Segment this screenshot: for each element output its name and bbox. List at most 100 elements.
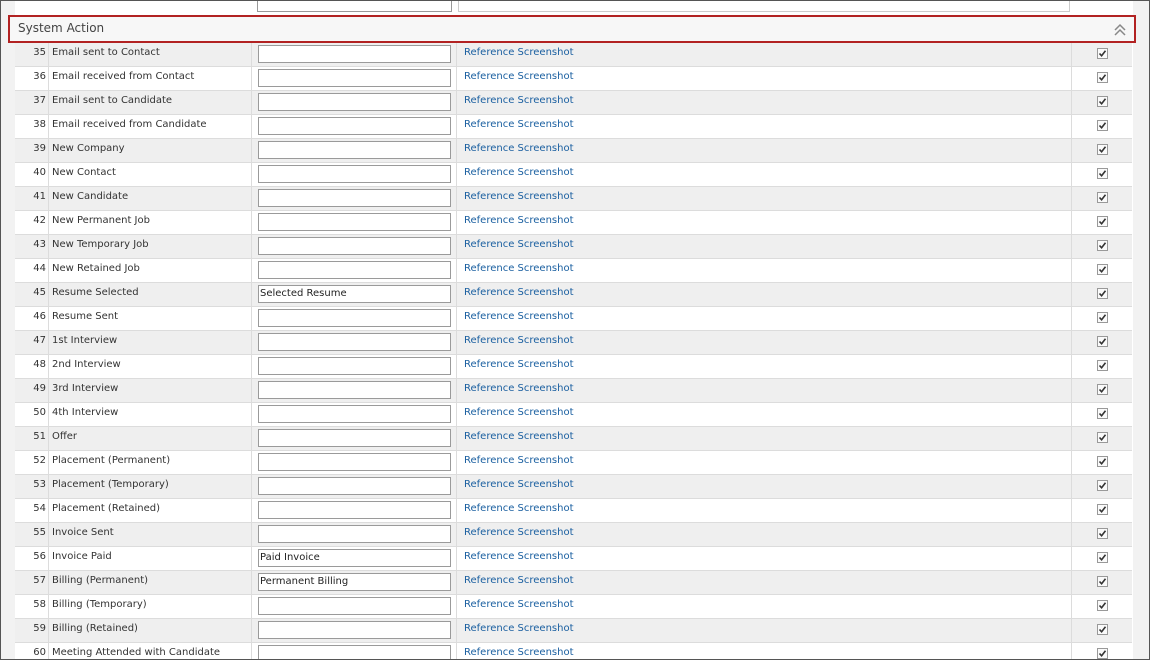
reference-screenshot-link[interactable]: Reference Screenshot [464, 571, 574, 590]
reference-screenshot-link[interactable]: Reference Screenshot [464, 403, 574, 422]
action-name: 1st Interview [52, 335, 118, 346]
label-input[interactable] [258, 429, 451, 447]
table-row: 40 New Contact Reference Screenshot [15, 163, 1132, 187]
checkbox-checked-icon[interactable] [1097, 624, 1108, 635]
checkbox-checked-icon[interactable] [1097, 240, 1108, 251]
reference-screenshot-link[interactable]: Reference Screenshot [464, 379, 574, 398]
reference-screenshot-link[interactable]: Reference Screenshot [464, 643, 574, 659]
label-input[interactable] [258, 165, 451, 183]
action-name: New Permanent Job [52, 215, 150, 226]
checkbox-checked-icon[interactable] [1097, 216, 1108, 227]
label-input[interactable] [258, 45, 451, 63]
checkbox-checked-icon[interactable] [1097, 120, 1108, 131]
reference-screenshot-link[interactable]: Reference Screenshot [464, 187, 574, 206]
enabled-cell [1071, 427, 1132, 450]
label-cell [251, 211, 457, 234]
checkbox-checked-icon[interactable] [1097, 288, 1108, 299]
label-input[interactable] [258, 477, 451, 495]
label-input[interactable]: Paid Invoice [258, 549, 451, 567]
checkbox-checked-icon[interactable] [1097, 648, 1108, 659]
table-row: 42 New Permanent Job Reference Screenshot [15, 211, 1132, 235]
checkbox-checked-icon[interactable] [1097, 480, 1108, 491]
checkbox-checked-icon[interactable] [1097, 528, 1108, 539]
label-input[interactable] [258, 597, 451, 615]
label-cell [251, 259, 457, 282]
enabled-cell [1071, 643, 1132, 659]
reference-screenshot-link[interactable]: Reference Screenshot [464, 163, 574, 182]
label-input[interactable] [258, 381, 451, 399]
action-name: Placement (Temporary) [52, 479, 169, 490]
reference-screenshot-link[interactable]: Reference Screenshot [464, 595, 574, 614]
reference-screenshot-link[interactable]: Reference Screenshot [464, 115, 574, 134]
label-input[interactable] [258, 501, 451, 519]
checkbox-checked-icon[interactable] [1097, 48, 1108, 59]
label-input[interactable] [258, 69, 451, 87]
reference-screenshot-link[interactable]: Reference Screenshot [464, 475, 574, 494]
reference-screenshot-link[interactable]: Reference Screenshot [464, 211, 574, 230]
reference-screenshot-link[interactable]: Reference Screenshot [464, 91, 574, 110]
reference-screenshot-link[interactable]: Reference Screenshot [464, 523, 574, 542]
checkbox-checked-icon[interactable] [1097, 552, 1108, 563]
reference-screenshot-link[interactable]: Reference Screenshot [464, 427, 574, 446]
label-input[interactable]: Selected Resume [258, 285, 451, 303]
section-header-system-action[interactable]: System Action [8, 15, 1136, 43]
checkbox-checked-icon[interactable] [1097, 456, 1108, 467]
label-input[interactable] [258, 213, 451, 231]
reference-screenshot-link[interactable]: Reference Screenshot [464, 67, 574, 86]
enabled-cell [1071, 619, 1132, 642]
label-input[interactable] [258, 141, 451, 159]
checkbox-checked-icon[interactable] [1097, 144, 1108, 155]
label-input[interactable] [258, 261, 451, 279]
label-input[interactable] [258, 645, 451, 659]
collapse-chevron-icon[interactable] [1114, 22, 1126, 36]
checkbox-checked-icon[interactable] [1097, 408, 1108, 419]
label-input[interactable] [258, 333, 451, 351]
reference-screenshot-link[interactable]: Reference Screenshot [464, 235, 574, 254]
table-row: 45 Resume Selected Selected Resume Referenc… [15, 283, 1132, 307]
label-input[interactable] [258, 525, 451, 543]
reference-screenshot-link[interactable]: Reference Screenshot [464, 619, 574, 638]
checkbox-checked-icon[interactable] [1097, 432, 1108, 443]
label-input[interactable] [258, 189, 451, 207]
reference-screenshot-link[interactable]: Reference Screenshot [464, 307, 574, 326]
checkbox-checked-icon[interactable] [1097, 600, 1108, 611]
enabled-cell [1071, 259, 1132, 282]
reference-screenshot-link[interactable]: Reference Screenshot [464, 139, 574, 158]
label-input[interactable] [258, 309, 451, 327]
table-row: 55 Invoice Sent Reference Screenshot [15, 523, 1132, 547]
checkbox-checked-icon[interactable] [1097, 264, 1108, 275]
row-number: 41 [15, 187, 49, 210]
label-input[interactable] [258, 237, 451, 255]
right-margin [1133, 1, 1149, 659]
checkbox-checked-icon[interactable] [1097, 336, 1108, 347]
reference-screenshot-link[interactable]: Reference Screenshot [464, 43, 574, 62]
checkbox-checked-icon[interactable] [1097, 360, 1108, 371]
checkbox-checked-icon[interactable] [1097, 504, 1108, 515]
label-input[interactable] [258, 93, 451, 111]
checkbox-checked-icon[interactable] [1097, 192, 1108, 203]
label-input[interactable] [258, 405, 451, 423]
page-frame: System Action 35 Email sent to Contact Ref… [0, 0, 1150, 660]
checkbox-checked-icon[interactable] [1097, 72, 1108, 83]
reference-screenshot-link[interactable]: Reference Screenshot [464, 355, 574, 374]
checkbox-checked-icon[interactable] [1097, 96, 1108, 107]
action-name: Billing (Retained) [52, 623, 138, 634]
reference-screenshot-link[interactable]: Reference Screenshot [464, 499, 574, 518]
label-input[interactable]: Permanent Billing [258, 573, 451, 591]
checkbox-checked-icon[interactable] [1097, 312, 1108, 323]
previous-row-input[interactable] [257, 1, 452, 12]
label-input[interactable] [258, 621, 451, 639]
label-input[interactable] [258, 453, 451, 471]
label-input[interactable] [258, 117, 451, 135]
reference-screenshot-link[interactable]: Reference Screenshot [464, 259, 574, 278]
table-row: 59 Billing (Retained) Reference Screenshot [15, 619, 1132, 643]
checkbox-checked-icon[interactable] [1097, 576, 1108, 587]
reference-screenshot-link[interactable]: Reference Screenshot [464, 451, 574, 470]
checkbox-checked-icon[interactable] [1097, 384, 1108, 395]
checkbox-checked-icon[interactable] [1097, 168, 1108, 179]
row-number: 57 [15, 571, 49, 594]
reference-screenshot-link[interactable]: Reference Screenshot [464, 283, 574, 302]
reference-screenshot-link[interactable]: Reference Screenshot [464, 547, 574, 566]
reference-screenshot-link[interactable]: Reference Screenshot [464, 331, 574, 350]
label-input[interactable] [258, 357, 451, 375]
